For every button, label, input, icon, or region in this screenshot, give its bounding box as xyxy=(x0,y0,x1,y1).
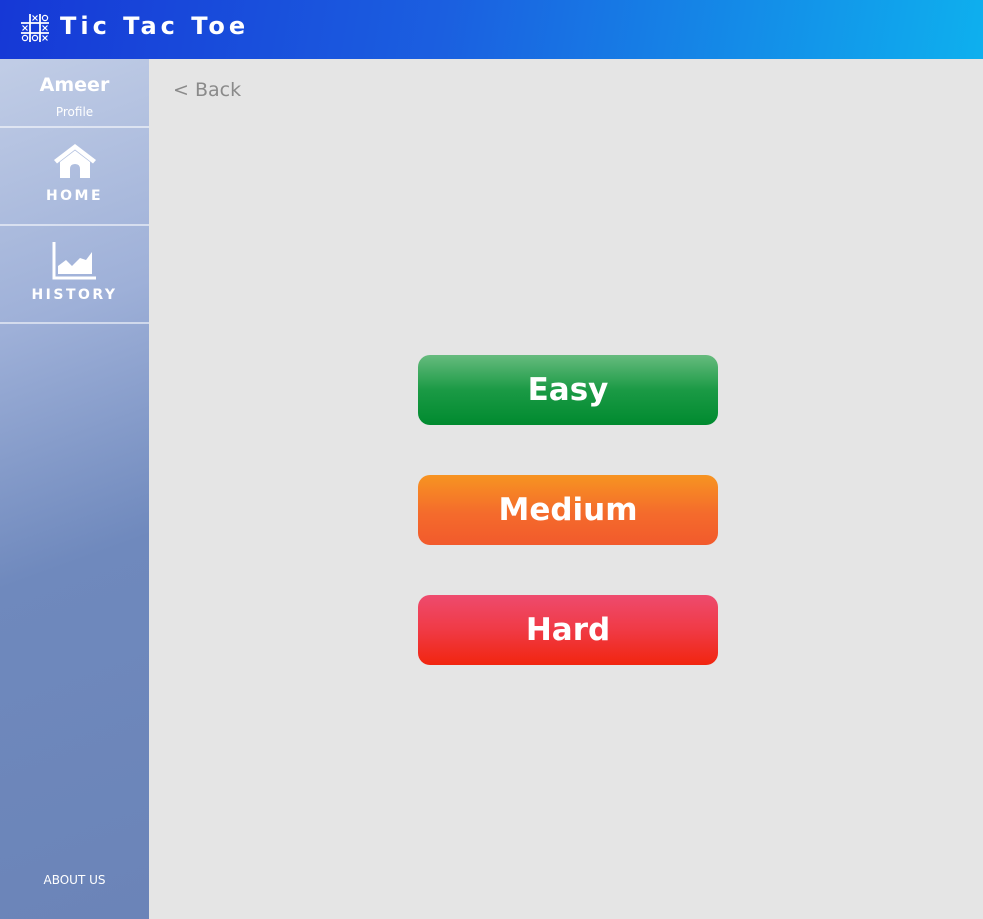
profile-link[interactable]: Ameer Profile xyxy=(0,59,149,128)
profile-label: Profile xyxy=(55,105,94,119)
sidebar-item-label: HISTORY xyxy=(31,287,118,303)
sidebar-item-history[interactable]: HISTORY xyxy=(0,226,149,324)
easy-button[interactable]: Easy xyxy=(418,355,718,425)
app-header: Tic Tac Toe xyxy=(0,0,983,59)
sidebar: Ameer Profile HOME HISTORY ABOUT US xyxy=(0,59,149,919)
tic-tac-toe-grid-icon xyxy=(21,14,49,42)
profile-name: Ameer xyxy=(39,74,110,96)
about-us-link[interactable]: ABOUT US xyxy=(0,872,149,888)
sidebar-item-home[interactable]: HOME xyxy=(0,128,149,226)
back-link[interactable]: < Back xyxy=(173,77,241,103)
home-icon xyxy=(54,144,96,178)
sidebar-item-label: HOME xyxy=(45,188,104,204)
hard-button[interactable]: Hard xyxy=(418,595,718,665)
app-title: Tic Tac Toe xyxy=(60,12,250,40)
history-chart-icon xyxy=(52,242,96,280)
medium-button[interactable]: Medium xyxy=(418,475,718,545)
